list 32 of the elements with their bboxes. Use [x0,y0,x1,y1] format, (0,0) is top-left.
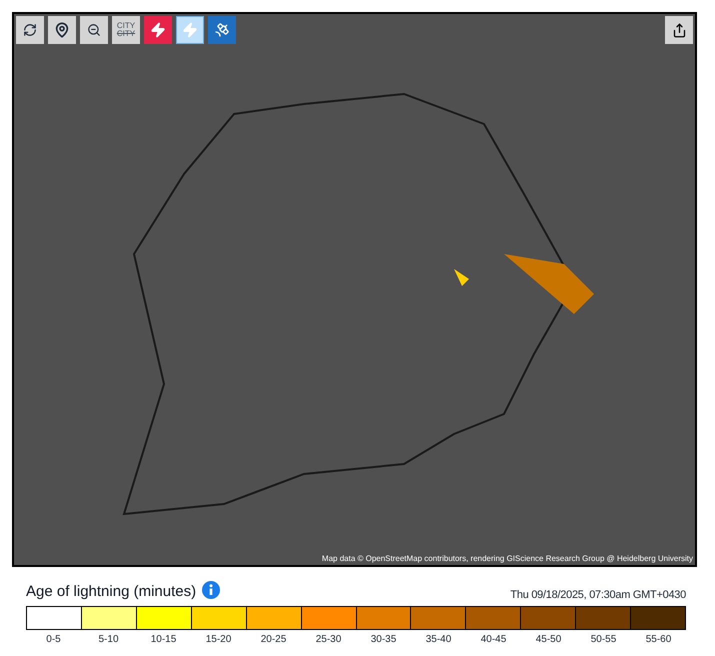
legend-label: 40-45 [480,632,506,646]
refresh-button[interactable] [16,16,44,44]
legend-label: 10-15 [150,632,176,646]
zoom-button[interactable] [80,16,108,44]
legend-label: 20-25 [260,632,286,646]
legend-label: 45-50 [536,632,562,646]
share-icon [672,22,686,38]
satellite-button[interactable] [208,16,236,44]
map-attribution: Map data © OpenStreetMap contributors, rendering GIScience Research Group @ Heidelberg University [320,553,695,565]
city-label: CITY [116,30,136,38]
refresh-icon [23,23,37,37]
legend-label: 55-60 [646,632,672,646]
legend-label: 5-10 [98,632,118,646]
share-button[interactable] [665,16,693,44]
legend-label: 25-30 [316,632,342,646]
info-icon[interactable] [202,581,220,600]
location-pin-icon [54,22,70,38]
city-label: CITY [116,22,136,30]
timestamp: Thu 09/18/2025, 07:30am GMT+0430 [510,588,686,603]
legend-label: 35-40 [426,632,452,646]
lightning-strike-icon [182,22,198,38]
legend-title: Age of lightning (minutes) [26,582,196,602]
legend-label: 0-5 [46,632,61,646]
location-button[interactable] [48,16,76,44]
lightning-icon [150,22,166,38]
zoom-out-icon [87,23,101,37]
legend-label: 15-20 [206,632,232,646]
legend-label: 50-55 [590,632,616,646]
satellite-icon [214,22,230,38]
city-button[interactable]: CITY CITY [112,16,140,44]
legend-label: 30-35 [370,632,396,646]
lightning-button[interactable] [144,16,172,44]
